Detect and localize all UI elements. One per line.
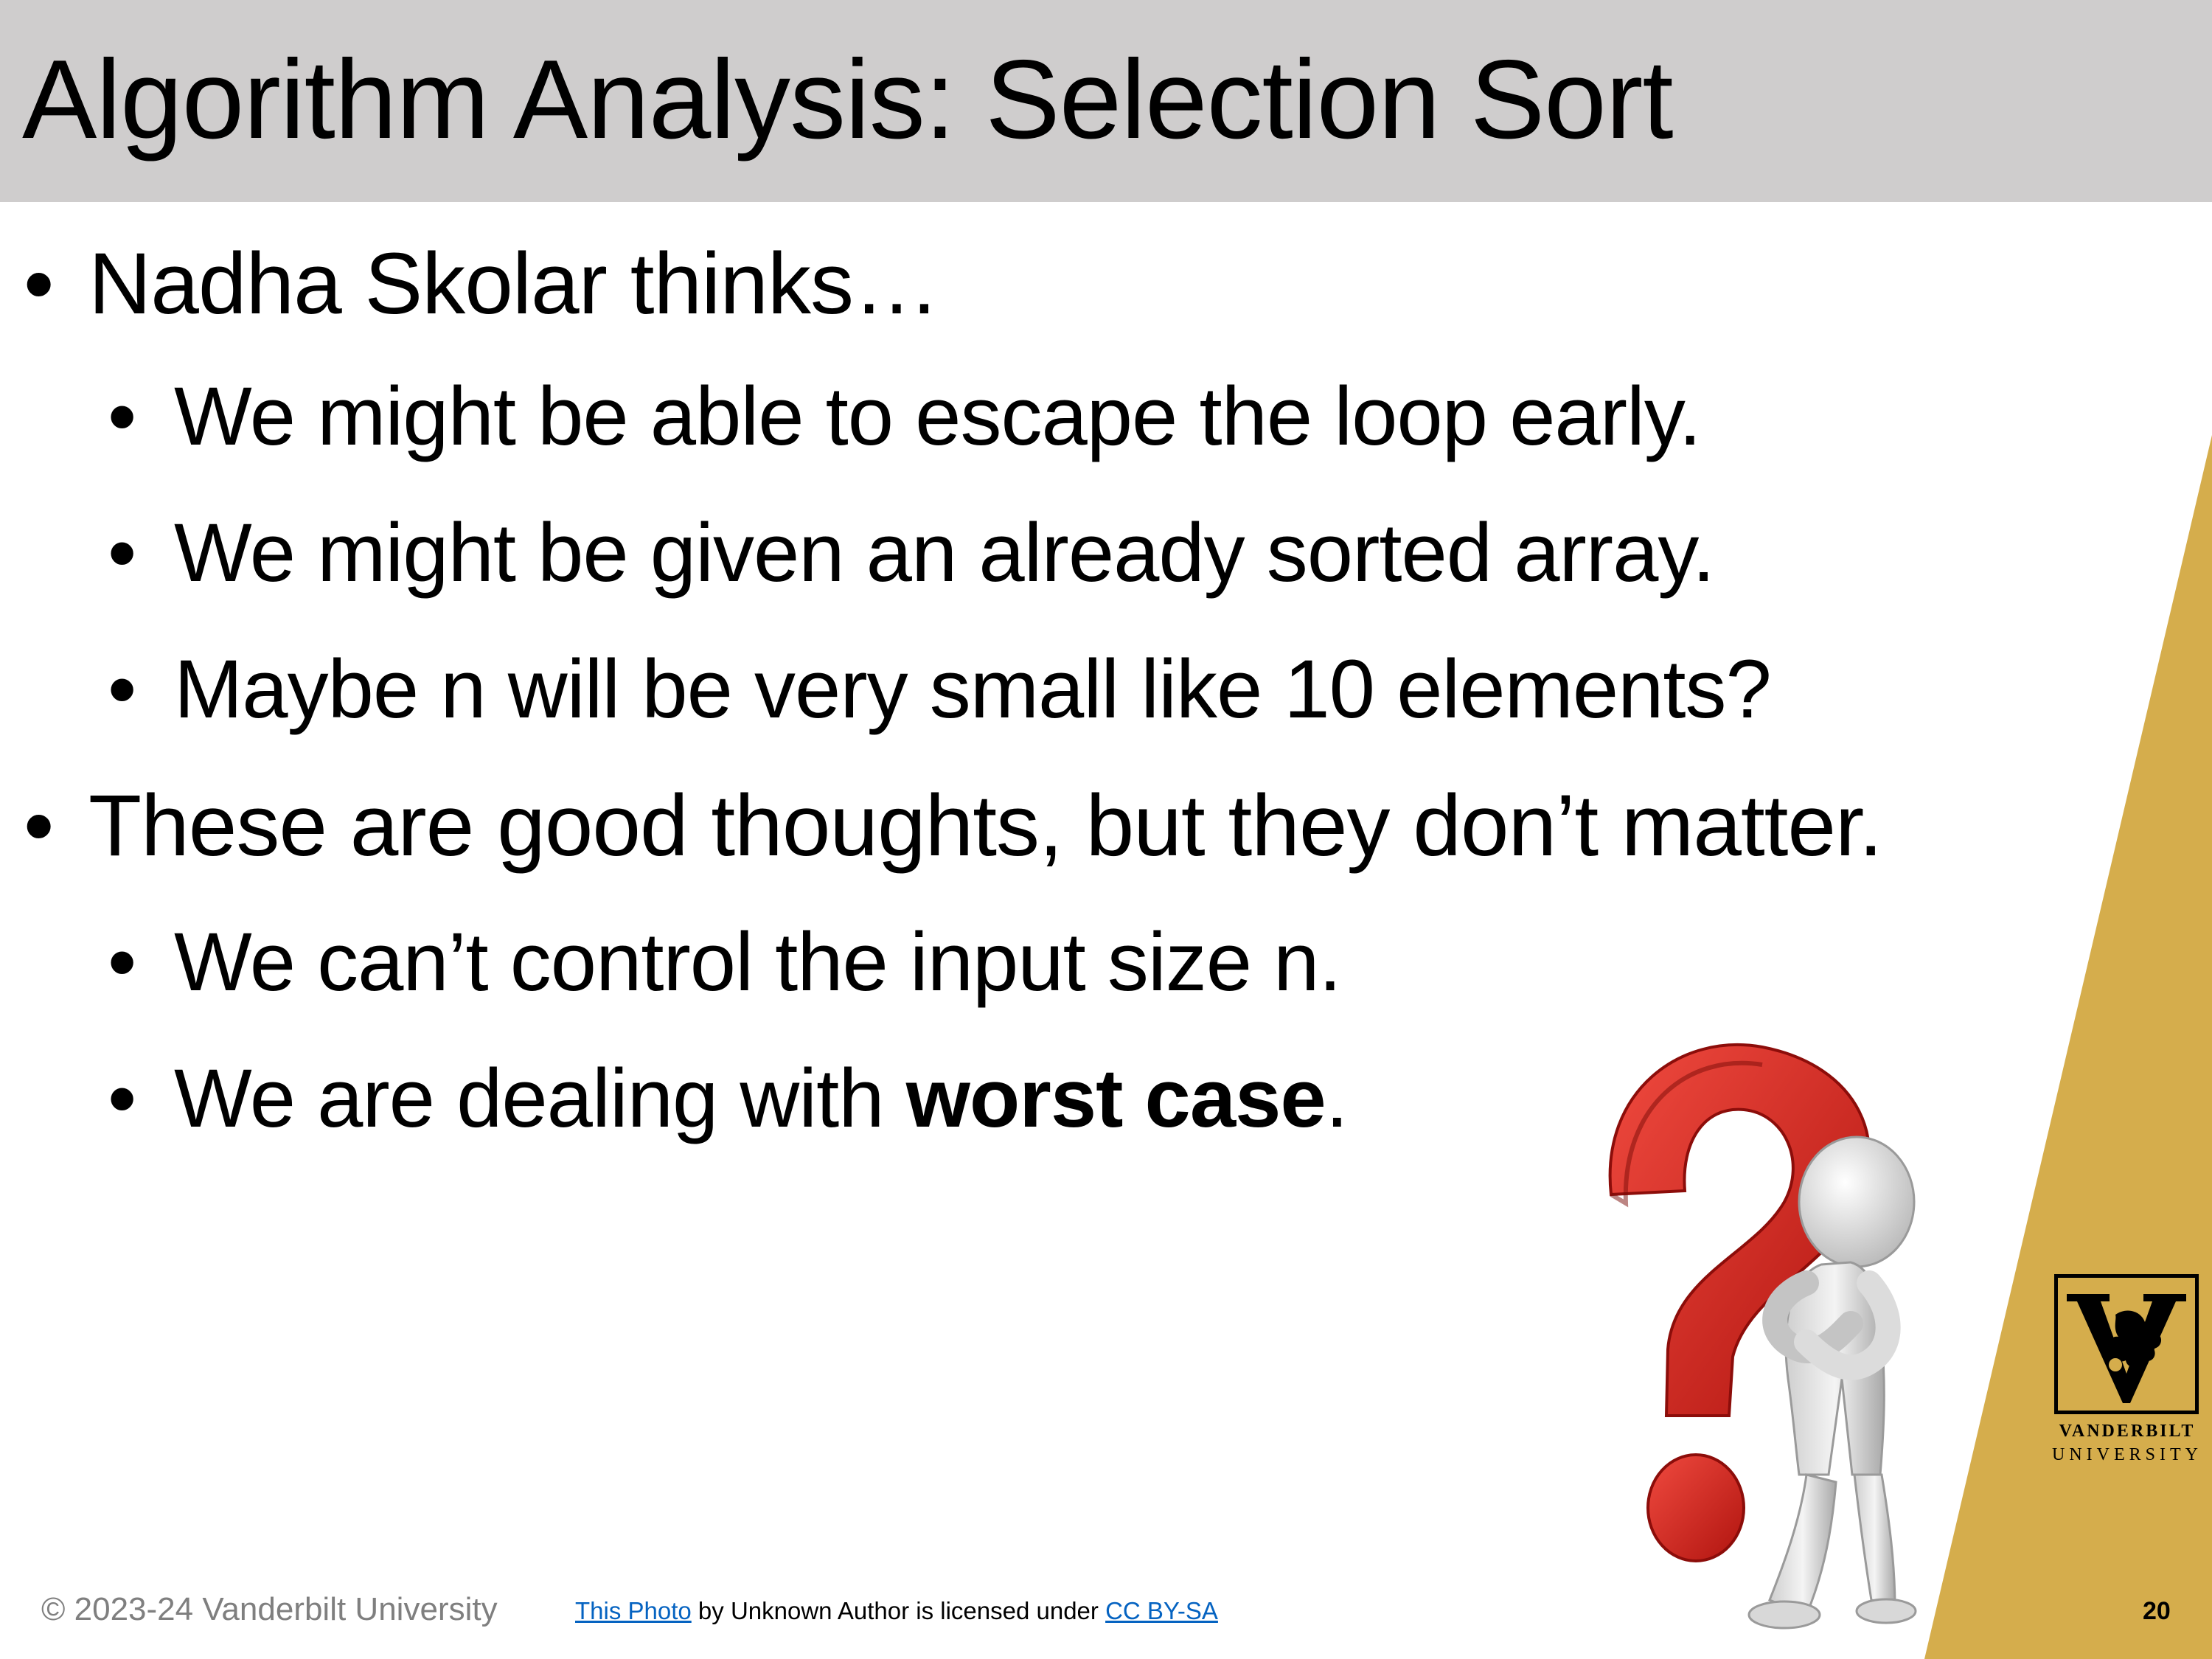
bullet-text: We might be able to escape the loop earl… [174,370,1702,462]
bullet-dot: • [108,916,136,1008]
slide: Algorithm Analysis: Selection Sort • Nad… [0,0,2212,1659]
stick-figure-icon [1747,1135,1917,1630]
attribution-text: by Unknown Author is licensed under [691,1597,1106,1624]
bullet-text: We can’t control the input size n. [174,916,1342,1008]
bullet-text-end: . [1325,1052,1349,1144]
title-band: Algorithm Analysis: Selection Sort [0,0,2212,202]
bullet-text: We are dealing with worst case. [174,1043,1349,1154]
license-link[interactable]: CC BY-SA [1105,1597,1218,1624]
bullet-dot: • [24,235,54,333]
bullet-text-bold: worst case [905,1052,1326,1144]
photo-attribution: This Photo by Unknown Author is licensed… [575,1597,1218,1625]
bullet-dot: • [108,1052,136,1144]
bullet-text: We might be given an already sorted arra… [174,507,1715,599]
thinking-figure-illustration [1608,1043,1917,1630]
slide-title: Algorithm Analysis: Selection Sort [22,37,1674,162]
logo-text-line2: UNIVERSITY [2052,1445,2202,1464]
bullet-text: Nadha Skolar thinks… [88,235,940,333]
oak-leaf-v-icon [2067,1294,2186,1403]
vanderbilt-logo [2054,1274,2199,1414]
bullet-dot: • [108,370,136,462]
footer-copyright: © 2023-24 Vanderbilt University [41,1591,498,1627]
bullet-text: These are good thoughts, but they don’t … [88,777,1883,874]
bullet-dot: • [108,507,136,599]
bullet-dot: • [108,643,136,735]
bullet-text: Maybe n will be very small like 10 eleme… [174,643,1772,735]
this-photo-link[interactable]: This Photo [575,1597,692,1624]
logo-text-line1: VANDERBILT [2059,1422,2196,1441]
bullet-dot: • [24,777,54,874]
page-number: 20 [2143,1597,2171,1625]
bullet-text-plain: We are dealing with [174,1052,906,1144]
